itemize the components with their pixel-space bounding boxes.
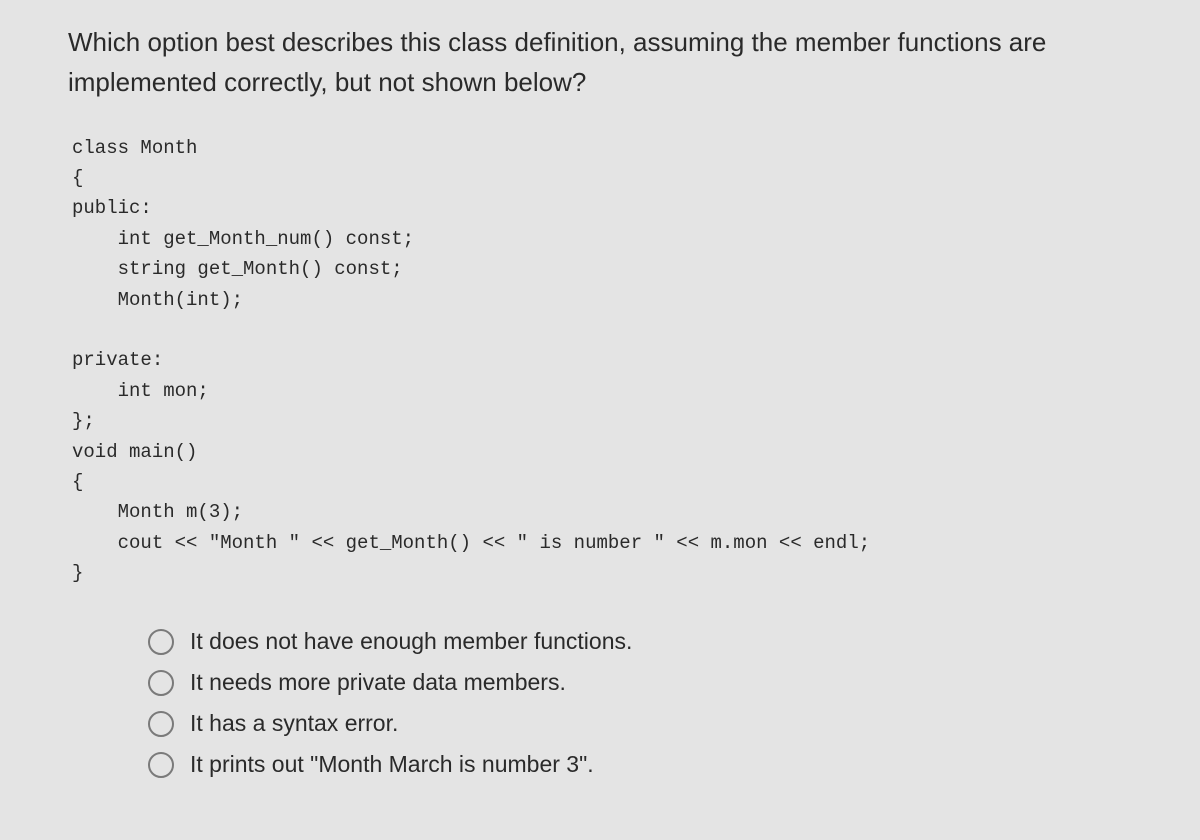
code-block: class Month { public: int get_Month_num(… <box>72 133 1140 589</box>
option-label: It prints out "Month March is number 3". <box>190 751 594 778</box>
option-label: It needs more private data members. <box>190 669 566 696</box>
radio-icon[interactable] <box>148 711 174 737</box>
option-row-3[interactable]: It prints out "Month March is number 3". <box>148 751 1140 778</box>
quiz-page: Which option best describes this class d… <box>0 0 1200 812</box>
option-row-1[interactable]: It needs more private data members. <box>148 669 1140 696</box>
options-group: It does not have enough member functions… <box>148 628 1140 778</box>
option-label: It has a syntax error. <box>190 710 398 737</box>
option-label: It does not have enough member functions… <box>190 628 632 655</box>
option-row-0[interactable]: It does not have enough member functions… <box>148 628 1140 655</box>
radio-icon[interactable] <box>148 670 174 696</box>
question-text: Which option best describes this class d… <box>68 22 1140 103</box>
radio-icon[interactable] <box>148 629 174 655</box>
radio-icon[interactable] <box>148 752 174 778</box>
option-row-2[interactable]: It has a syntax error. <box>148 710 1140 737</box>
